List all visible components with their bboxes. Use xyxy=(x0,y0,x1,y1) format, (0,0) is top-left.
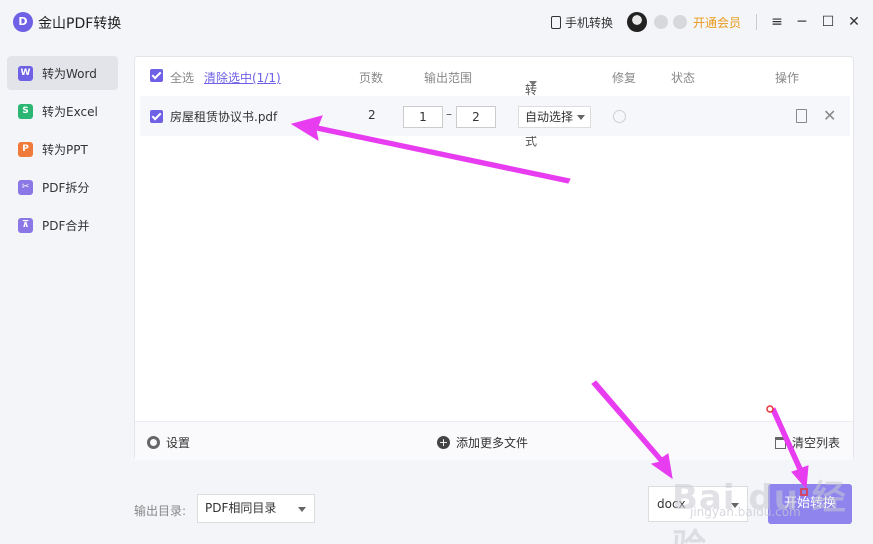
select-all-label: 全选 xyxy=(170,71,195,85)
settings-label: 设置 xyxy=(166,436,191,450)
sidebar-item-to-ppt[interactable]: P 转为PPT xyxy=(7,132,118,166)
avatar[interactable] xyxy=(627,12,647,32)
watermark-url: jingyan.baidu.com xyxy=(690,505,801,519)
plus-icon: + xyxy=(437,436,450,449)
sidebar-item-label: PDF拆分 xyxy=(42,180,90,195)
panel-footer: 设置 + 添加更多文件 清空列表 xyxy=(135,421,853,460)
gear-icon xyxy=(147,436,160,449)
table-header: 全选 清除选中(1/1) 页数 输出范围 转换模式 修复 状态 操作 xyxy=(135,57,853,148)
sidebar-item-label: 转为PPT xyxy=(42,142,88,157)
split-icon: ✂ xyxy=(18,179,33,195)
row-checkbox[interactable] xyxy=(150,110,163,123)
file-list-panel: 全选 清除选中(1/1) 页数 输出范围 转换模式 修复 状态 操作 房屋租赁协… xyxy=(134,56,854,460)
title-bar: D 金山PDF转换 手机转换 开通会员 ≡ ─ ☐ ✕ xyxy=(0,0,873,44)
clear-selected-link[interactable]: 清除选中(1/1) xyxy=(204,69,281,86)
member-badge-icon[interactable] xyxy=(654,15,668,29)
file-name: 房屋租赁协议书.pdf xyxy=(170,110,278,124)
document-preview-icon[interactable] xyxy=(796,109,807,123)
range-separator: – xyxy=(446,107,452,121)
app-title: 金山PDF转换 xyxy=(38,16,122,32)
sidebar-item-pdf-merge[interactable]: ⊼ PDF合并 xyxy=(7,208,118,242)
header-pages: 页数 xyxy=(359,71,384,85)
app-logo-icon: D xyxy=(13,12,33,32)
table-row[interactable]: 房屋租赁协议书.pdf 2 1 – 2 自动选择 ✕ xyxy=(140,96,850,136)
select-all-checkbox[interactable] xyxy=(150,69,163,82)
phone-convert-button[interactable]: 手机转换 xyxy=(551,14,613,31)
range-to-input[interactable]: 2 xyxy=(456,106,496,128)
phone-icon xyxy=(551,16,561,29)
clear-list-label: 清空列表 xyxy=(792,436,841,450)
remove-file-icon[interactable]: ✕ xyxy=(823,106,836,125)
excel-icon: S xyxy=(18,103,33,119)
chevron-down-icon xyxy=(529,81,537,86)
mode-select[interactable]: 自动选择 xyxy=(518,106,591,128)
ppt-icon: P xyxy=(18,141,33,157)
page-count: 2 xyxy=(368,108,376,122)
repair-check-icon[interactable] xyxy=(613,110,626,123)
add-more-label: 添加更多文件 xyxy=(456,436,529,450)
header-range: 输出范围 xyxy=(424,71,473,85)
titlebar-divider xyxy=(756,14,757,30)
output-dir-select[interactable]: PDF相同目录 xyxy=(197,494,315,523)
maximize-icon[interactable]: ☐ xyxy=(819,12,837,32)
header-repair: 修复 xyxy=(612,71,637,85)
trash-icon xyxy=(775,436,786,449)
minimize-icon[interactable]: ─ xyxy=(793,12,811,32)
sidebar-item-label: 转为Word xyxy=(42,66,97,81)
add-more-files-button[interactable]: + 添加更多文件 xyxy=(437,434,528,451)
sidebar-item-to-excel[interactable]: S 转为Excel xyxy=(7,94,118,128)
settings-button[interactable]: 设置 xyxy=(147,434,190,451)
word-icon: W xyxy=(18,65,33,81)
phone-convert-label: 手机转换 xyxy=(565,16,614,30)
sidebar-item-label: 转为Excel xyxy=(42,104,98,119)
header-status: 状态 xyxy=(671,71,696,85)
range-from-input[interactable]: 1 xyxy=(403,106,443,128)
sidebar-item-label: PDF合并 xyxy=(42,218,90,233)
close-icon[interactable]: ✕ xyxy=(845,12,863,32)
clear-list-button[interactable]: 清空列表 xyxy=(775,434,840,451)
header-actions: 操作 xyxy=(775,71,800,85)
sidebar-item-pdf-split[interactable]: ✂ PDF拆分 xyxy=(7,170,118,204)
sidebar-item-to-word[interactable]: W 转为Word xyxy=(7,56,118,90)
svip-badge-icon[interactable] xyxy=(673,15,687,29)
menu-icon[interactable]: ≡ xyxy=(768,12,786,32)
output-dir-label: 输出目录: xyxy=(134,504,187,518)
merge-icon: ⊼ xyxy=(18,217,33,233)
open-vip-link[interactable]: 开通会员 xyxy=(693,14,741,31)
